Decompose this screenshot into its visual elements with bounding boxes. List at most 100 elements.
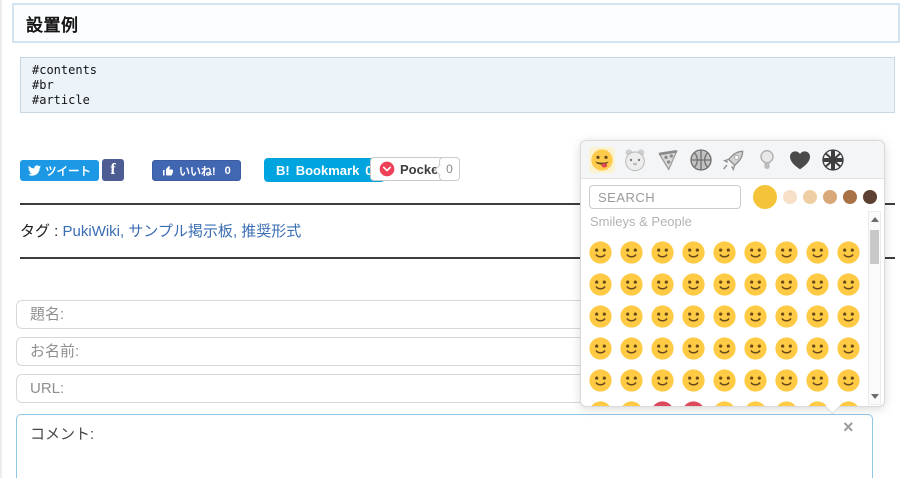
pocket-icon xyxy=(379,161,395,177)
hatena-b-icon: B! xyxy=(276,162,290,178)
emoji-cell[interactable] xyxy=(740,364,771,396)
emoji-section-title: Smileys & People xyxy=(590,214,692,229)
skin-tone-swatch[interactable] xyxy=(843,190,857,204)
emoji-cell[interactable] xyxy=(771,364,802,396)
emoji-cell[interactable] xyxy=(616,332,647,364)
emoji-cell[interactable] xyxy=(616,364,647,396)
emoji-cell[interactable] xyxy=(802,332,833,364)
emoji-cell[interactable] xyxy=(709,300,740,332)
pocket-count-bubble: 0 xyxy=(439,157,460,181)
emoji-cell[interactable] xyxy=(585,396,616,406)
emoji-cell[interactable] xyxy=(802,300,833,332)
emoji-cell[interactable] xyxy=(740,236,771,268)
emoji-cell[interactable] xyxy=(833,268,864,300)
skin-tone-swatch[interactable] xyxy=(803,190,817,204)
emoji-cell[interactable] xyxy=(616,396,647,406)
like-count: 0 xyxy=(224,164,231,177)
emoji-cell[interactable] xyxy=(833,396,864,406)
emoji-cell[interactable] xyxy=(802,364,833,396)
emoji-cell[interactable] xyxy=(678,396,709,406)
emoji-cell[interactable] xyxy=(802,396,833,406)
hamster-icon[interactable] xyxy=(622,147,648,173)
emoji-cell[interactable] xyxy=(647,364,678,396)
emoji-cell[interactable] xyxy=(678,268,709,300)
emoji-cell[interactable] xyxy=(616,300,647,332)
skin-tone-swatch[interactable] xyxy=(753,185,777,209)
emoji-cell[interactable] xyxy=(678,236,709,268)
emoji-cell[interactable] xyxy=(833,332,864,364)
emoji-cell[interactable] xyxy=(740,332,771,364)
tags-label: タグ : xyxy=(20,223,59,240)
emoji-cell[interactable] xyxy=(678,332,709,364)
emoji-cell[interactable] xyxy=(616,268,647,300)
emoji-cell[interactable] xyxy=(709,364,740,396)
emoji-cell[interactable] xyxy=(647,236,678,268)
emoji-cell[interactable] xyxy=(585,364,616,396)
emoji-cell[interactable] xyxy=(585,268,616,300)
page-title: 設置例 xyxy=(26,15,79,35)
emoji-cell[interactable] xyxy=(740,300,771,332)
emoji-cell[interactable] xyxy=(647,268,678,300)
hatena-bookmark-button[interactable]: B! Bookmark 0 xyxy=(264,158,385,182)
flag-icon[interactable] xyxy=(820,147,846,173)
tag-link[interactable]: サンプル掲示板 xyxy=(128,223,233,240)
emoji-cell[interactable] xyxy=(771,236,802,268)
emoji-cell[interactable] xyxy=(709,396,740,406)
scroll-down-icon[interactable] xyxy=(869,390,880,403)
emoji-cell[interactable] xyxy=(802,236,833,268)
emoji-cell[interactable] xyxy=(709,236,740,268)
emoji-cell[interactable] xyxy=(647,396,678,406)
emoji-cell[interactable] xyxy=(678,364,709,396)
tag-link[interactable]: 推奨形式 xyxy=(241,223,301,240)
emoji-cell[interactable] xyxy=(802,268,833,300)
skin-tone-swatch[interactable] xyxy=(783,190,797,204)
tweet-button[interactable]: ツイート xyxy=(20,160,99,181)
emoji-cell[interactable] xyxy=(771,332,802,364)
basketball-icon[interactable] xyxy=(688,147,714,173)
tweet-button-label: ツイート xyxy=(45,165,91,178)
code-line: #contents xyxy=(32,63,98,77)
thumbs-up-icon xyxy=(162,165,174,177)
tags-row: タグ : PukiWiki, サンプル掲示板, 推奨形式 xyxy=(20,220,301,241)
emoji-cell[interactable] xyxy=(647,332,678,364)
emoji-cell[interactable] xyxy=(709,268,740,300)
like-button-label: いいね! xyxy=(179,165,216,178)
emoji-scrollbar[interactable] xyxy=(868,211,881,405)
hatena-button-label: Bookmark xyxy=(295,162,360,178)
facebook-icon[interactable]: f xyxy=(102,159,124,181)
pizza-icon[interactable] xyxy=(655,147,681,173)
emoji-cell[interactable] xyxy=(678,300,709,332)
emoji-cell[interactable] xyxy=(833,236,864,268)
emoji-cell[interactable] xyxy=(833,364,864,396)
emoji-cell[interactable] xyxy=(585,236,616,268)
bulb-icon[interactable] xyxy=(754,147,780,173)
emoji-cell[interactable] xyxy=(647,300,678,332)
code-block: #contents #br #article xyxy=(20,57,895,113)
emoji-cell[interactable] xyxy=(740,396,771,406)
emoji-cell[interactable] xyxy=(709,332,740,364)
emoji-cell[interactable] xyxy=(585,332,616,364)
page: 設置例 #contents #br #article ツイート f いいね! 0… xyxy=(0,0,910,478)
emoji-cell[interactable] xyxy=(771,268,802,300)
emoji-cell[interactable] xyxy=(616,236,647,268)
emoji-cell[interactable] xyxy=(740,268,771,300)
emoji-category-bar xyxy=(581,141,884,179)
emoji-cell[interactable] xyxy=(771,300,802,332)
close-icon[interactable]: × xyxy=(843,418,854,436)
skin-tone-swatch[interactable] xyxy=(823,190,837,204)
facebook-like-button[interactable]: いいね! 0 xyxy=(152,160,241,181)
comment-textarea[interactable] xyxy=(16,414,873,478)
twitter-bird-icon xyxy=(28,164,41,177)
emoji-cell[interactable] xyxy=(771,396,802,406)
emoji-cell[interactable] xyxy=(585,300,616,332)
emoji-cell[interactable] xyxy=(833,300,864,332)
tag-list: PukiWiki, サンプル掲示板, 推奨形式 xyxy=(63,223,302,240)
scroll-up-icon[interactable] xyxy=(869,213,880,226)
smiley-icon[interactable] xyxy=(589,146,615,173)
scrollbar-thumb[interactable] xyxy=(870,230,879,264)
tag-link[interactable]: PukiWiki xyxy=(63,223,121,240)
skin-tone-swatch[interactable] xyxy=(863,190,877,204)
heart-icon[interactable] xyxy=(787,147,813,173)
emoji-search-input[interactable] xyxy=(589,185,741,209)
rocket-icon[interactable] xyxy=(721,147,747,173)
